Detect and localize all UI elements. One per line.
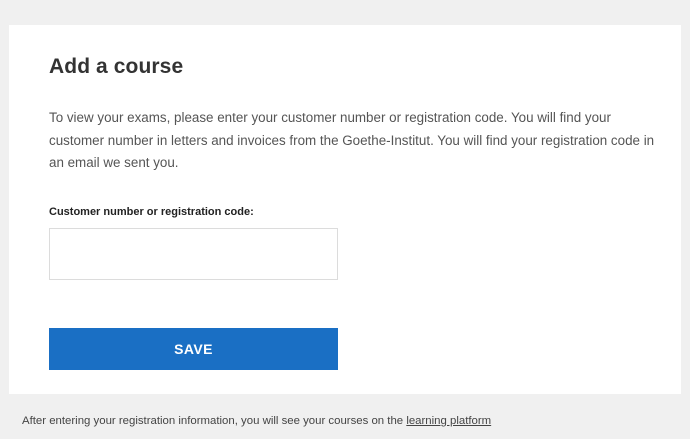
footer-note-text: After entering your registration informa… — [22, 415, 407, 427]
card-title: Add a course — [49, 55, 184, 78]
add-course-card: Add a course To view your exams, please … — [9, 25, 681, 394]
footer-note: After entering your registration informa… — [22, 415, 491, 427]
customer-number-label: Customer number or registration code: — [49, 206, 254, 218]
card-intro-text: To view your exams, please enter your cu… — [49, 110, 655, 170]
page: Add a course To view your exams, please … — [0, 0, 690, 439]
learning-platform-link[interactable]: learning platform — [406, 415, 491, 427]
save-button[interactable]: SAVE — [49, 328, 338, 370]
customer-number-input[interactable] — [49, 228, 338, 280]
